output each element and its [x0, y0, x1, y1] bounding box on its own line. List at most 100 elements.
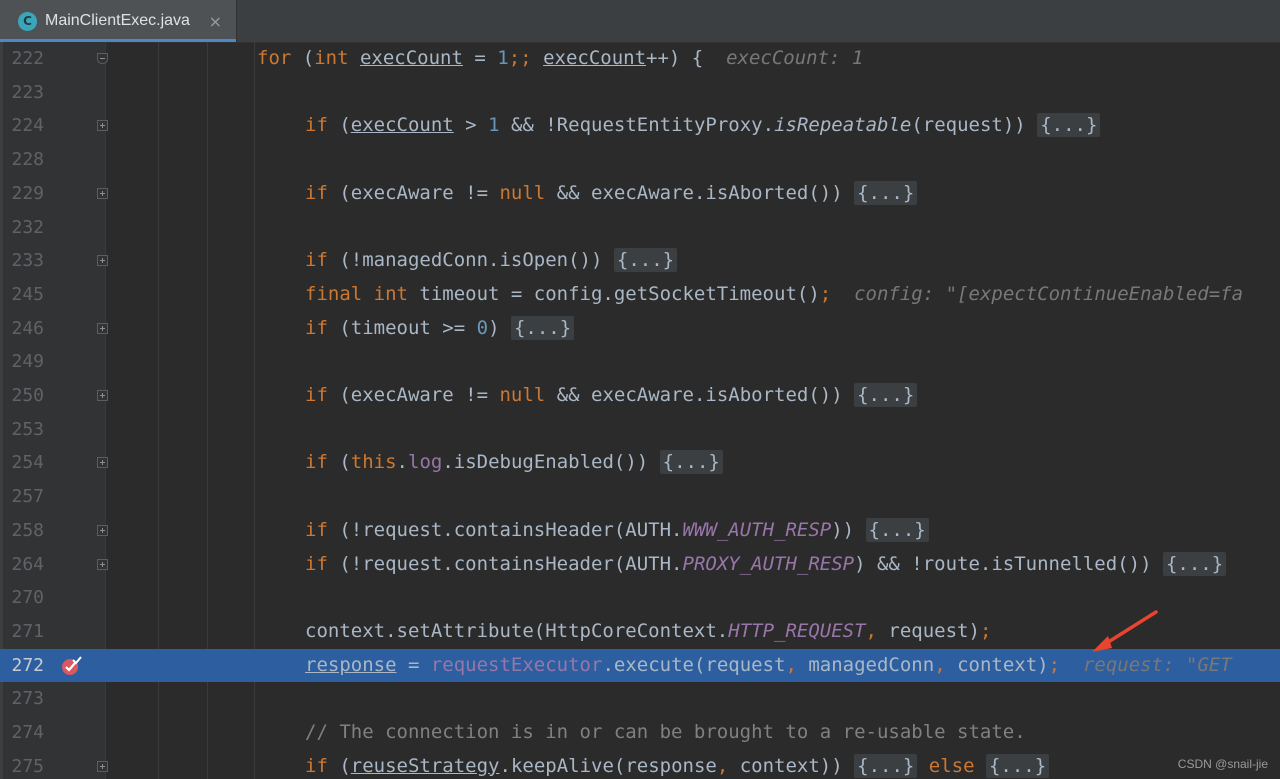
fold-expand-icon[interactable] [97, 120, 108, 131]
line-number[interactable]: 229 [0, 177, 44, 211]
code-token: ( [339, 755, 350, 777]
folded-code-block[interactable]: {...} [660, 450, 723, 474]
folded-code-block[interactable]: {...} [854, 383, 917, 407]
fold-expand-icon[interactable] [97, 559, 108, 570]
code-text[interactable]: context.setAttribute(HttpCoreContext.HTT… [305, 615, 991, 649]
folded-code-block[interactable]: {...} [854, 181, 917, 205]
code-line[interactable]: 223 [0, 76, 1280, 110]
line-number[interactable]: 257 [0, 480, 44, 514]
code-line[interactable]: 264 if (!request.containsHeader(AUTH.PROX… [0, 548, 1280, 582]
close-icon[interactable]: × [209, 12, 222, 31]
line-number[interactable]: 254 [0, 446, 44, 480]
folded-code-block[interactable]: {...} [1163, 552, 1226, 576]
code-text[interactable]: if (execCount > 1 && !RequestEntityProxy… [305, 109, 1100, 143]
code-token: 0 [477, 317, 488, 339]
code-token: 1 [497, 47, 508, 69]
code-line[interactable]: 274 // The connection is in or can be bro… [0, 716, 1280, 750]
line-number[interactable]: 275 [0, 750, 44, 779]
fold-expand-icon[interactable] [97, 390, 108, 401]
code-token: )) [831, 519, 865, 541]
code-token: execCount [543, 47, 646, 69]
breakpoint-icon[interactable] [60, 656, 82, 676]
line-number[interactable]: 258 [0, 514, 44, 548]
code-token: (!request.containsHeader(AUTH. [339, 519, 682, 541]
code-line[interactable]: 233 if (!managedConn.isOpen()) {...} [0, 244, 1280, 278]
line-number[interactable]: 272 [0, 649, 44, 683]
code-token: if [305, 451, 339, 473]
code-token: ; [820, 283, 831, 305]
line-number[interactable]: 271 [0, 615, 44, 649]
line-number[interactable]: 224 [0, 109, 44, 143]
line-number[interactable]: 273 [0, 682, 44, 716]
fold-expand-icon[interactable] [97, 525, 108, 536]
code-line[interactable]: 275 if (reuseStrategy.keepAlive(response,… [0, 750, 1280, 779]
code-text[interactable]: // The connection is in or can be brough… [305, 716, 1026, 750]
code-line[interactable]: 257 [0, 480, 1280, 514]
code-line[interactable]: 254 if (this.log.isDebugEnabled()) {...} [0, 446, 1280, 480]
tab-main-client-exec[interactable]: C MainClientExec.java × [0, 0, 237, 42]
folded-code-block[interactable]: {...} [1037, 113, 1100, 137]
code-token: if [305, 182, 339, 204]
code-text[interactable]: if (reuseStrategy.keepAlive(response, co… [305, 750, 1049, 779]
fold-expand-icon[interactable] [97, 188, 108, 199]
line-number[interactable]: 270 [0, 581, 44, 615]
code-line[interactable]: 245 final int timeout = config.getSocketT… [0, 278, 1280, 312]
code-token: context.setAttribute(HttpCoreContext. [305, 620, 728, 642]
code-token: ; [1049, 654, 1060, 676]
code-line[interactable]: 253 [0, 413, 1280, 447]
code-token: if [305, 755, 339, 777]
code-editor[interactable]: 222 for (int execCount = 1;; execCount++)… [0, 42, 1280, 779]
code-text[interactable]: final int timeout = config.getSocketTime… [305, 278, 1243, 312]
line-number[interactable]: 274 [0, 716, 44, 750]
fold-expand-icon[interactable] [97, 255, 108, 266]
line-number[interactable]: 228 [0, 143, 44, 177]
code-text[interactable]: if (!request.containsHeader(AUTH.PROXY_A… [305, 548, 1226, 582]
code-text[interactable]: if (this.log.isDebugEnabled()) {...} [305, 446, 723, 480]
line-number[interactable]: 246 [0, 312, 44, 346]
line-number[interactable]: 250 [0, 379, 44, 413]
code-line[interactable]: 246 if (timeout >= 0) {...} [0, 312, 1280, 346]
code-line[interactable]: 224 if (execCount > 1 && !RequestEntityPr… [0, 109, 1280, 143]
code-text[interactable]: if (!managedConn.isOpen()) {...} [305, 244, 677, 278]
code-text[interactable]: if (timeout >= 0) {...} [305, 312, 574, 346]
fold-expand-icon[interactable] [97, 323, 108, 334]
code-line[interactable]: 228 [0, 143, 1280, 177]
folded-code-block[interactable]: {...} [614, 248, 677, 272]
line-number[interactable]: 253 [0, 413, 44, 447]
fold-expand-icon[interactable] [97, 457, 108, 468]
code-token: execCount [360, 47, 463, 69]
line-number[interactable]: 245 [0, 278, 44, 312]
line-number[interactable]: 222 [0, 42, 44, 76]
code-line[interactable]: 222 for (int execCount = 1;; execCount++)… [0, 42, 1280, 76]
folded-code-block[interactable]: {...} [854, 754, 917, 778]
code-line[interactable]: 258 if (!request.containsHeader(AUTH.WWW_… [0, 514, 1280, 548]
code-token: if [305, 553, 339, 575]
code-token [532, 47, 543, 69]
folded-code-block[interactable]: {...} [866, 518, 929, 542]
folded-code-block[interactable]: {...} [511, 316, 574, 340]
code-text[interactable]: if (!request.containsHeader(AUTH.WWW_AUT… [305, 514, 929, 548]
code-line[interactable]: 273 [0, 682, 1280, 716]
line-number[interactable]: 223 [0, 76, 44, 110]
line-number[interactable]: 232 [0, 211, 44, 245]
folded-code-block[interactable]: {...} [986, 754, 1049, 778]
line-number[interactable]: 249 [0, 345, 44, 379]
code-text[interactable]: for (int execCount = 1;; execCount++) { … [257, 42, 863, 76]
fold-expand-icon[interactable] [97, 761, 108, 772]
code-token: ++) { [646, 47, 726, 69]
code-line[interactable]: 250 if (execAware != null && execAware.is… [0, 379, 1280, 413]
line-number[interactable]: 233 [0, 244, 44, 278]
code-line[interactable]: 232 [0, 211, 1280, 245]
fold-collapse-icon[interactable] [97, 53, 108, 64]
code-line[interactable]: 229 if (execAware != null && execAware.is… [0, 177, 1280, 211]
code-text[interactable]: if (execAware != null && execAware.isAbo… [305, 177, 917, 211]
code-token: reuseStrategy [351, 755, 500, 777]
code-token: response [305, 654, 397, 676]
code-token: int [314, 47, 360, 69]
code-token: WWW_AUTH_RESP [683, 519, 832, 541]
inline-debug-value: request: "GET [1083, 654, 1232, 676]
line-number[interactable]: 264 [0, 548, 44, 582]
code-text[interactable]: if (execAware != null && execAware.isAbo… [305, 379, 917, 413]
code-token: (execAware != [339, 384, 499, 406]
code-line[interactable]: 249 [0, 345, 1280, 379]
